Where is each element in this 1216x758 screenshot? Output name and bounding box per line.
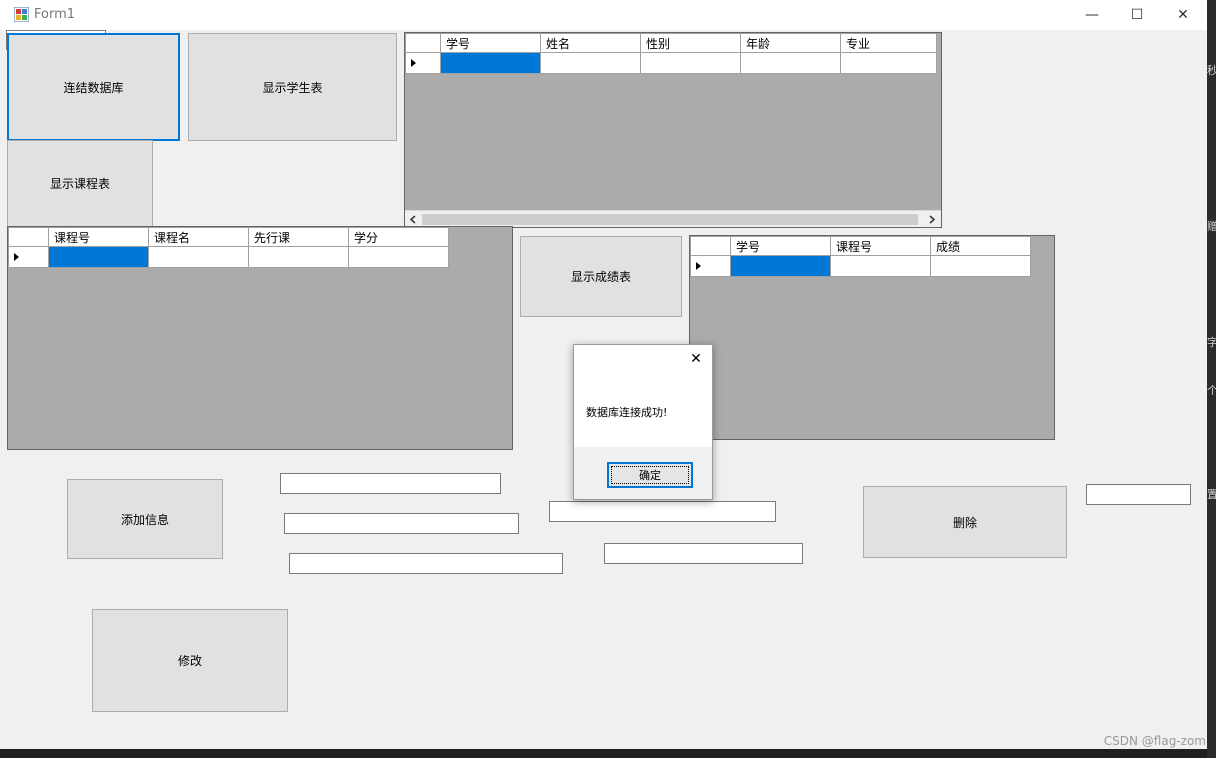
row-header[interactable] xyxy=(690,255,731,277)
column-header[interactable]: 年龄 xyxy=(740,33,841,53)
course-table: 课程号 课程名 先行课 学分 xyxy=(8,227,449,268)
column-header[interactable]: 学分 xyxy=(348,227,449,247)
text-input-1[interactable] xyxy=(280,473,501,494)
table-cell[interactable] xyxy=(440,52,541,74)
text-input-5[interactable] xyxy=(604,543,803,564)
row-header[interactable] xyxy=(405,52,441,74)
maximize-button[interactable]: ☐ xyxy=(1114,0,1160,30)
connect-db-button[interactable]: 连结数据库 xyxy=(7,33,180,141)
column-header[interactable]: 先行课 xyxy=(248,227,349,247)
table-cell[interactable] xyxy=(730,255,831,277)
dialog-close-icon[interactable]: ✕ xyxy=(686,349,706,369)
column-header[interactable]: 成绩 xyxy=(930,236,1031,256)
text-input-6[interactable] xyxy=(1086,484,1191,505)
horizontal-scrollbar[interactable] xyxy=(405,210,941,227)
watermark: CSDN @flag-zom xyxy=(1103,734,1206,748)
corner-cell xyxy=(8,227,49,247)
background-text: 置 xyxy=(1207,488,1216,501)
show-grades-button[interactable]: 显示成绩表 xyxy=(520,236,682,317)
message-dialog: ✕ 数据库连接成功! 确定 xyxy=(573,344,713,500)
column-header[interactable]: 学号 xyxy=(730,236,831,256)
table-cell[interactable] xyxy=(540,52,641,74)
modify-button[interactable]: 修改 xyxy=(92,609,288,712)
row-header[interactable] xyxy=(8,246,49,268)
student-grid[interactable]: 学号 姓名 性别 年龄 专业 xyxy=(404,32,942,228)
column-header[interactable]: 性别 xyxy=(640,33,741,53)
table-cell[interactable] xyxy=(930,255,1031,277)
background-text: 秒 xyxy=(1207,64,1216,77)
background-text: 赠 xyxy=(1207,220,1216,233)
ok-button[interactable]: 确定 xyxy=(607,462,693,488)
close-button[interactable]: ✕ xyxy=(1160,0,1206,30)
column-header[interactable]: 课程名 xyxy=(148,227,249,247)
header-row: 学号 课程号 成绩 xyxy=(690,236,1031,256)
show-courses-button[interactable]: 显示课程表 xyxy=(7,140,153,227)
table-cell[interactable] xyxy=(348,246,449,268)
add-info-button[interactable]: 添加信息 xyxy=(67,479,223,559)
column-header[interactable]: 学号 xyxy=(440,33,541,53)
show-students-button[interactable]: 显示学生表 xyxy=(188,33,397,141)
column-header[interactable]: 课程号 xyxy=(48,227,149,247)
current-row-icon xyxy=(411,59,416,67)
current-row-icon xyxy=(14,253,19,261)
table-row[interactable] xyxy=(690,255,1031,277)
window-title: Form1 xyxy=(34,7,76,22)
table-cell[interactable] xyxy=(148,246,249,268)
background-text: 个 xyxy=(1207,384,1216,397)
corner-cell xyxy=(405,33,441,53)
dialog-message: 数据库连接成功! xyxy=(586,406,668,419)
table-cell[interactable] xyxy=(740,52,841,74)
background-app-strip xyxy=(1207,0,1216,758)
column-header[interactable]: 课程号 xyxy=(830,236,931,256)
title-bar[interactable]: Form1 — ☐ ✕ xyxy=(0,0,1207,30)
header-row: 课程号 课程名 先行课 学分 xyxy=(8,227,449,247)
grade-grid[interactable]: 学号 课程号 成绩 xyxy=(689,235,1055,440)
table-cell[interactable] xyxy=(248,246,349,268)
table-row[interactable] xyxy=(405,52,937,74)
course-grid[interactable]: 课程号 课程名 先行课 学分 xyxy=(7,226,513,450)
current-row-icon xyxy=(696,262,701,270)
background-text: 字 xyxy=(1207,336,1216,349)
table-row[interactable] xyxy=(8,246,449,268)
dialog-footer: 确定 xyxy=(574,447,712,499)
delete-button[interactable]: 删除 xyxy=(863,486,1067,558)
minimize-button[interactable]: — xyxy=(1069,0,1115,30)
form-icon xyxy=(14,7,29,22)
table-cell[interactable] xyxy=(840,52,937,74)
text-input-2[interactable] xyxy=(284,513,519,534)
scrollbar-thumb[interactable] xyxy=(422,214,918,225)
column-header[interactable]: 专业 xyxy=(840,33,937,53)
form-window: Form1 — ☐ ✕ 连结数据库 显示学生表 显示课程表 显示成绩表 添加信息… xyxy=(0,0,1207,749)
table-cell[interactable] xyxy=(48,246,149,268)
corner-cell xyxy=(690,236,731,256)
table-cell[interactable] xyxy=(640,52,741,74)
table-cell[interactable] xyxy=(830,255,931,277)
student-table: 学号 姓名 性别 年龄 专业 xyxy=(405,33,937,74)
scroll-left-icon[interactable] xyxy=(409,215,417,224)
scroll-right-icon[interactable] xyxy=(928,215,936,224)
header-row: 学号 姓名 性别 年龄 专业 xyxy=(405,33,937,53)
column-header[interactable]: 姓名 xyxy=(540,33,641,53)
text-input-4[interactable] xyxy=(549,501,776,522)
grade-table: 学号 课程号 成绩 xyxy=(690,236,1031,277)
text-input-3[interactable] xyxy=(289,553,563,574)
